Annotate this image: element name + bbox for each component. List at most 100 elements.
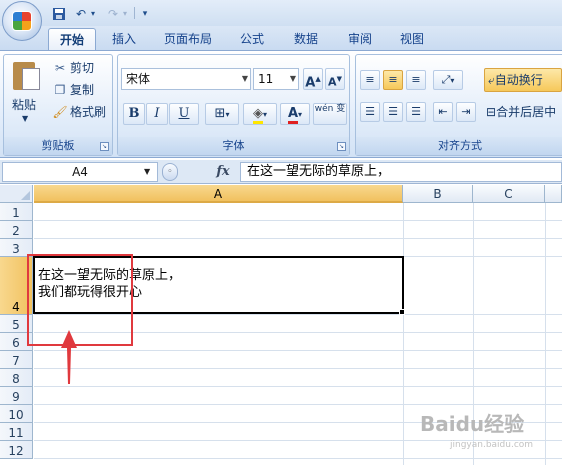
column-header-b[interactable]: B xyxy=(403,185,473,203)
row-header-10[interactable]: 10 xyxy=(0,405,33,423)
row-header-1[interactable]: 1 xyxy=(0,203,33,221)
align-middle-icon: ≡ xyxy=(388,73,398,86)
formula-bar-splitter-icon[interactable]: ◦ xyxy=(162,163,178,181)
office-button[interactable] xyxy=(2,1,42,41)
align-top-button[interactable]: ≡ xyxy=(360,70,380,90)
column-header-next[interactable] xyxy=(545,185,562,203)
customize-quick-access-icon[interactable]: ▾ xyxy=(138,4,152,22)
fill-bucket-icon: ◈ xyxy=(252,106,263,124)
align-bottom-button[interactable]: ≡ xyxy=(406,70,426,90)
column-header-c[interactable]: C xyxy=(473,185,545,203)
tab-formulas[interactable]: 公式 xyxy=(232,28,272,50)
gridline xyxy=(34,386,562,387)
redo-dropdown-icon[interactable]: ▾ xyxy=(120,4,130,22)
tab-view[interactable]: 视图 xyxy=(392,28,432,50)
gridline xyxy=(34,368,562,369)
paste-dropdown-icon[interactable]: ▼ xyxy=(22,114,28,123)
increase-indent-button[interactable]: ⇥ xyxy=(456,102,476,122)
select-all-triangle-icon xyxy=(21,191,30,200)
italic-button[interactable]: I xyxy=(146,103,168,125)
underline-button[interactable]: U xyxy=(169,103,199,125)
baidu-watermark-url: jingyan.baidu.com xyxy=(450,440,534,450)
name-box[interactable]: A4 xyxy=(2,162,158,182)
formula-input[interactable]: 在这一望无际的草原上， xyxy=(240,162,562,182)
clipboard-launcher-icon[interactable]: ↘ xyxy=(100,142,109,151)
align-right-icon: ☰ xyxy=(411,105,421,118)
name-box-dropdown-icon[interactable]: ▼ xyxy=(144,163,150,181)
gridline xyxy=(34,220,562,221)
align-right-button[interactable]: ☰ xyxy=(406,102,426,122)
baidu-watermark: Baidu经验 xyxy=(420,412,525,436)
annotation-arrow-icon xyxy=(61,330,77,384)
tab-page-layout[interactable]: 页面布局 xyxy=(156,28,220,50)
scissors-icon: ✂ xyxy=(54,61,66,75)
row-header-8[interactable]: 8 xyxy=(0,369,33,387)
copy-label: 复制 xyxy=(70,83,95,97)
font-group-label: 字体 xyxy=(118,137,349,155)
gridline xyxy=(34,350,562,351)
font-launcher-icon[interactable]: ↘ xyxy=(337,142,346,151)
gridline xyxy=(34,458,562,459)
alignment-group-label: 对齐方式 xyxy=(356,137,562,155)
phonetic-button[interactable]: wén 变 xyxy=(313,103,347,125)
decrease-indent-icon: ⇤ xyxy=(438,105,448,118)
format-painter-label: 格式刷 xyxy=(70,105,107,119)
office-logo-icon xyxy=(12,11,32,31)
row-header-2[interactable]: 2 xyxy=(0,221,33,239)
wrap-text-label: 自动换行 xyxy=(494,73,543,87)
chevron-down-icon: ▼ xyxy=(241,74,248,83)
format-painter-icon: 🖌 xyxy=(52,105,68,119)
column-header-a[interactable]: A xyxy=(34,185,403,203)
row-header-12[interactable]: 12 xyxy=(0,441,33,459)
font-color-icon: A xyxy=(287,107,299,124)
save-icon[interactable] xyxy=(50,4,68,22)
tab-home[interactable]: 开始 xyxy=(48,28,96,50)
bold-button[interactable]: B xyxy=(123,103,145,125)
align-center-icon: ☰ xyxy=(388,105,398,118)
wrap-text-button[interactable]: ⤶自动换行 xyxy=(484,68,562,92)
row-header-7[interactable]: 7 xyxy=(0,351,33,369)
phonetic-icon: wén 变 xyxy=(314,104,346,114)
align-bottom-icon: ≡ xyxy=(411,73,421,86)
font-name-select[interactable]: 宋体 ▼ xyxy=(121,68,251,90)
grow-font-button[interactable]: A▲ xyxy=(303,68,323,90)
row-header-11[interactable]: 11 xyxy=(0,423,33,441)
fill-color-button[interactable]: ◈▾ xyxy=(243,103,277,125)
fill-handle[interactable] xyxy=(399,309,405,315)
tab-review[interactable]: 审阅 xyxy=(340,28,380,50)
cut-button[interactable]: ✂ 剪切 xyxy=(52,58,94,78)
clipboard-group-label: 剪贴板 xyxy=(4,137,112,155)
gridline xyxy=(34,404,562,405)
align-middle-button[interactable]: ≡ xyxy=(383,70,403,90)
align-top-icon: ≡ xyxy=(365,73,375,86)
font-size-select[interactable]: 11 ▼ xyxy=(253,68,299,90)
annotation-highlight-box xyxy=(27,254,133,346)
format-painter-button[interactable]: 🖌 格式刷 xyxy=(52,102,106,122)
font-color-button[interactable]: A▾ xyxy=(280,103,310,125)
chevron-down-icon: ▼ xyxy=(289,74,296,83)
border-button[interactable]: ⊞▾ xyxy=(205,103,239,125)
cut-label: 剪切 xyxy=(70,61,95,75)
orientation-button[interactable]: ⤢▾ xyxy=(433,70,463,90)
insert-function-button[interactable]: fx xyxy=(210,162,236,182)
align-left-icon: ☰ xyxy=(365,105,375,118)
align-left-button[interactable]: ☰ xyxy=(360,102,380,122)
paste-button-label[interactable]: 粘贴 xyxy=(12,96,36,113)
merge-center-button[interactable]: ⊟合并后居中 xyxy=(486,102,562,124)
undo-dropdown-icon[interactable]: ▾ xyxy=(88,4,98,22)
gridline xyxy=(34,238,562,239)
shrink-font-button[interactable]: A▼ xyxy=(325,68,345,90)
decrease-indent-button[interactable]: ⇤ xyxy=(433,102,453,122)
quick-access-separator xyxy=(134,7,135,19)
paste-icon[interactable] xyxy=(13,60,43,92)
wrap-text-icon: ⤶ xyxy=(488,73,495,87)
border-icon: ⊞ xyxy=(214,106,226,121)
align-center-button[interactable]: ☰ xyxy=(383,102,403,122)
tab-insert[interactable]: 插入 xyxy=(104,28,144,50)
increase-indent-icon: ⇥ xyxy=(461,105,471,118)
copy-button[interactable]: ❐ 复制 xyxy=(52,80,94,100)
merge-center-icon: ⊟ xyxy=(486,105,497,119)
font-name-value: 宋体 xyxy=(126,72,151,86)
row-header-9[interactable]: 9 xyxy=(0,387,33,405)
tab-data[interactable]: 数据 xyxy=(286,28,326,50)
